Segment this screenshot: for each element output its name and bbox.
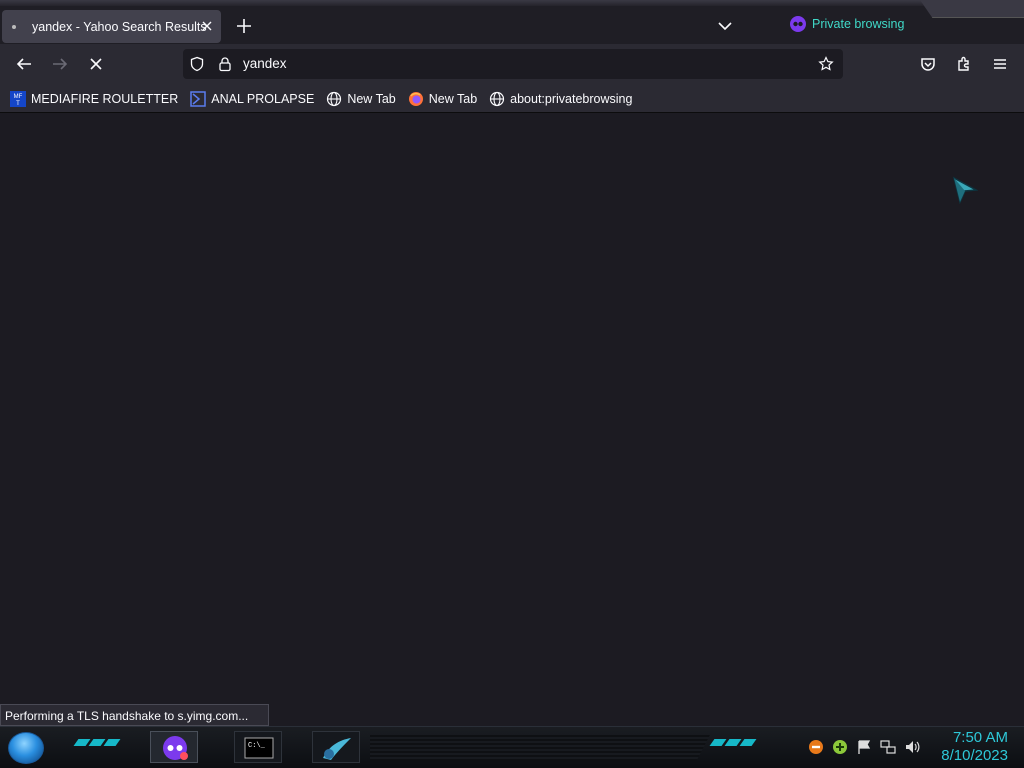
- private-browsing-app-icon: [163, 736, 188, 760]
- svg-text:T: T: [16, 101, 20, 107]
- start-button[interactable]: [8, 732, 44, 764]
- stop-loading-icon[interactable]: [86, 54, 106, 74]
- bookmark-item[interactable]: New Tab: [408, 91, 477, 107]
- tracking-protection-shield-icon[interactable]: [189, 56, 205, 72]
- forward-arrow-icon[interactable]: [50, 54, 70, 74]
- bookmark-label: New Tab: [347, 91, 396, 106]
- loading-dot-icon: [12, 24, 16, 29]
- firefox-icon: [408, 91, 423, 106]
- hamburger-menu-icon[interactable]: [990, 54, 1010, 74]
- bookmark-label: about:privatebrowsing: [510, 91, 633, 106]
- url-text: yandex: [243, 56, 287, 71]
- clock-date: 8/10/2023: [941, 747, 1008, 764]
- page-content-area[interactable]: [0, 113, 1024, 725]
- tab-strip: yandex - Yahoo Search Results Private br…: [0, 0, 1024, 44]
- private-browsing-indicator: Private browsing: [790, 16, 904, 32]
- taskbar-decoration-middle: [370, 735, 710, 761]
- bookmark-item[interactable]: about:privatebrowsing: [489, 91, 632, 107]
- bookmark-item[interactable]: New Tab: [326, 91, 396, 107]
- tray-no-entry-icon[interactable]: [808, 739, 824, 755]
- mouse-cursor-icon: [952, 176, 978, 204]
- volume-speaker-icon[interactable]: [904, 739, 920, 755]
- action-center-flag-icon[interactable]: [856, 739, 872, 755]
- list-all-tabs-chevron-icon[interactable]: [716, 18, 734, 34]
- navigation-toolbar: yandex: [0, 44, 1024, 85]
- clock-time: 7:50 AM: [952, 729, 1008, 746]
- pocket-icon[interactable]: [918, 54, 938, 74]
- tray-plus-icon[interactable]: [832, 739, 848, 755]
- taskbar-app-command-prompt[interactable]: C:\_: [234, 731, 282, 763]
- globe-icon: [327, 91, 342, 106]
- lock-icon[interactable]: [217, 56, 233, 72]
- bookmark-label: ANAL PROLAPSE: [211, 91, 315, 106]
- network-icon[interactable]: [880, 739, 896, 755]
- back-arrow-icon[interactable]: [14, 54, 34, 74]
- extensions-puzzle-icon[interactable]: [954, 54, 974, 74]
- system-clock[interactable]: 7:50 AM 8/10/2023: [941, 729, 1008, 765]
- svg-text:MF: MF: [14, 94, 23, 100]
- mediafire-icon: MFT: [10, 90, 26, 107]
- bookmark-sigma-icon: [190, 90, 206, 107]
- bookmark-star-icon[interactable]: [818, 56, 834, 72]
- window-frame-corner: [920, 0, 1024, 18]
- game-app-icon: [323, 738, 351, 760]
- tab-title: yandex - Yahoo Search Results: [32, 19, 207, 34]
- taskbar-app-game[interactable]: [312, 731, 360, 763]
- svg-text:C:\_: C:\_: [248, 742, 266, 750]
- bookmark-label: MEDIAFIRE ROULETTER: [31, 91, 179, 106]
- tab-active[interactable]: yandex - Yahoo Search Results: [2, 10, 221, 43]
- url-bar[interactable]: yandex: [183, 49, 843, 79]
- bookmark-label: New Tab: [428, 91, 478, 106]
- taskbar-decoration-right: [709, 739, 757, 746]
- new-tab-plus-icon[interactable]: [234, 16, 254, 36]
- bookmark-item[interactable]: MF T MEDIAFIRE ROULETTER: [10, 90, 179, 107]
- taskbar-app-firefox-private[interactable]: [150, 731, 198, 763]
- bookmarks-toolbar: MF T MEDIAFIRE ROULETTER ANAL PROLAPSE Ne…: [0, 85, 1024, 113]
- private-browsing-label: Private browsing: [812, 17, 905, 31]
- close-tab-icon[interactable]: [199, 18, 215, 34]
- globe-icon: [490, 91, 505, 106]
- command-prompt-icon: C:\_: [244, 737, 274, 759]
- status-panel: Performing a TLS handshake to s.yimg.com…: [0, 704, 270, 726]
- bookmark-item[interactable]: ANAL PROLAPSE: [190, 90, 315, 107]
- private-mask-icon: [790, 16, 806, 32]
- taskbar: C:\_ 7:50 AM 8/10/2023: [0, 726, 1024, 768]
- taskbar-decoration-left: [73, 739, 121, 746]
